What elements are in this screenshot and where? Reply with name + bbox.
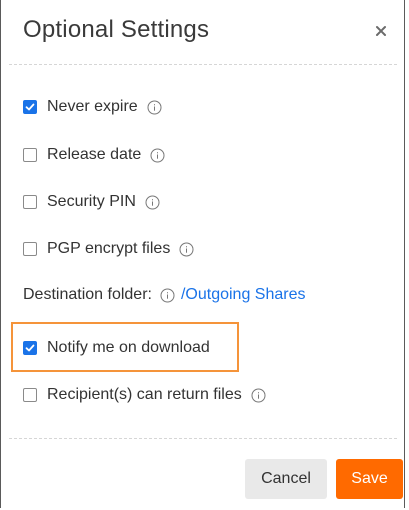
pgp-encrypt-label: PGP encrypt files — [47, 240, 171, 257]
notify-download-label: Notify me on download — [47, 339, 210, 356]
info-icon[interactable] — [150, 148, 165, 163]
pgp-encrypt-checkbox[interactable] — [23, 242, 37, 256]
dialog-header: Optional Settings — [1, 0, 404, 64]
close-icon[interactable] — [372, 22, 390, 40]
option-notify-download[interactable]: Notify me on download — [23, 336, 210, 360]
footer-divider — [9, 438, 397, 439]
option-release-date[interactable]: Release date — [23, 143, 165, 167]
release-date-label: Release date — [47, 146, 142, 163]
security-pin-checkbox[interactable] — [23, 195, 37, 209]
header-divider — [9, 64, 397, 65]
option-security-pin[interactable]: Security PIN — [23, 190, 160, 214]
release-date-checkbox[interactable] — [23, 148, 37, 162]
info-icon[interactable] — [251, 388, 266, 403]
destination-folder-label: Destination folder: — [23, 286, 152, 303]
security-pin-label: Security PIN — [47, 193, 136, 210]
recipient-return-label: Recipient(s) can return files — [47, 386, 242, 403]
cancel-button[interactable]: Cancel — [245, 459, 327, 499]
option-never-expire[interactable]: Never expire — [23, 95, 162, 119]
info-icon[interactable] — [145, 195, 160, 210]
never-expire-checkbox[interactable] — [23, 100, 37, 114]
never-expire-label: Never expire — [47, 98, 138, 115]
optional-settings-dialog: Optional Settings Never expire Release d… — [0, 0, 405, 508]
dialog-title: Optional Settings — [23, 16, 210, 43]
info-icon[interactable] — [179, 242, 194, 257]
option-recipient-return[interactable]: Recipient(s) can return files — [23, 383, 266, 407]
info-icon[interactable] — [147, 100, 162, 115]
info-icon[interactable] — [160, 288, 175, 303]
destination-folder-row: Destination folder: /Outgoing Shares — [23, 283, 306, 307]
option-pgp-encrypt[interactable]: PGP encrypt files — [23, 237, 194, 261]
save-button[interactable]: Save — [336, 459, 403, 499]
notify-download-checkbox[interactable] — [23, 341, 37, 355]
recipient-return-checkbox[interactable] — [23, 388, 37, 402]
destination-folder-link[interactable]: /Outgoing Shares — [181, 286, 306, 304]
